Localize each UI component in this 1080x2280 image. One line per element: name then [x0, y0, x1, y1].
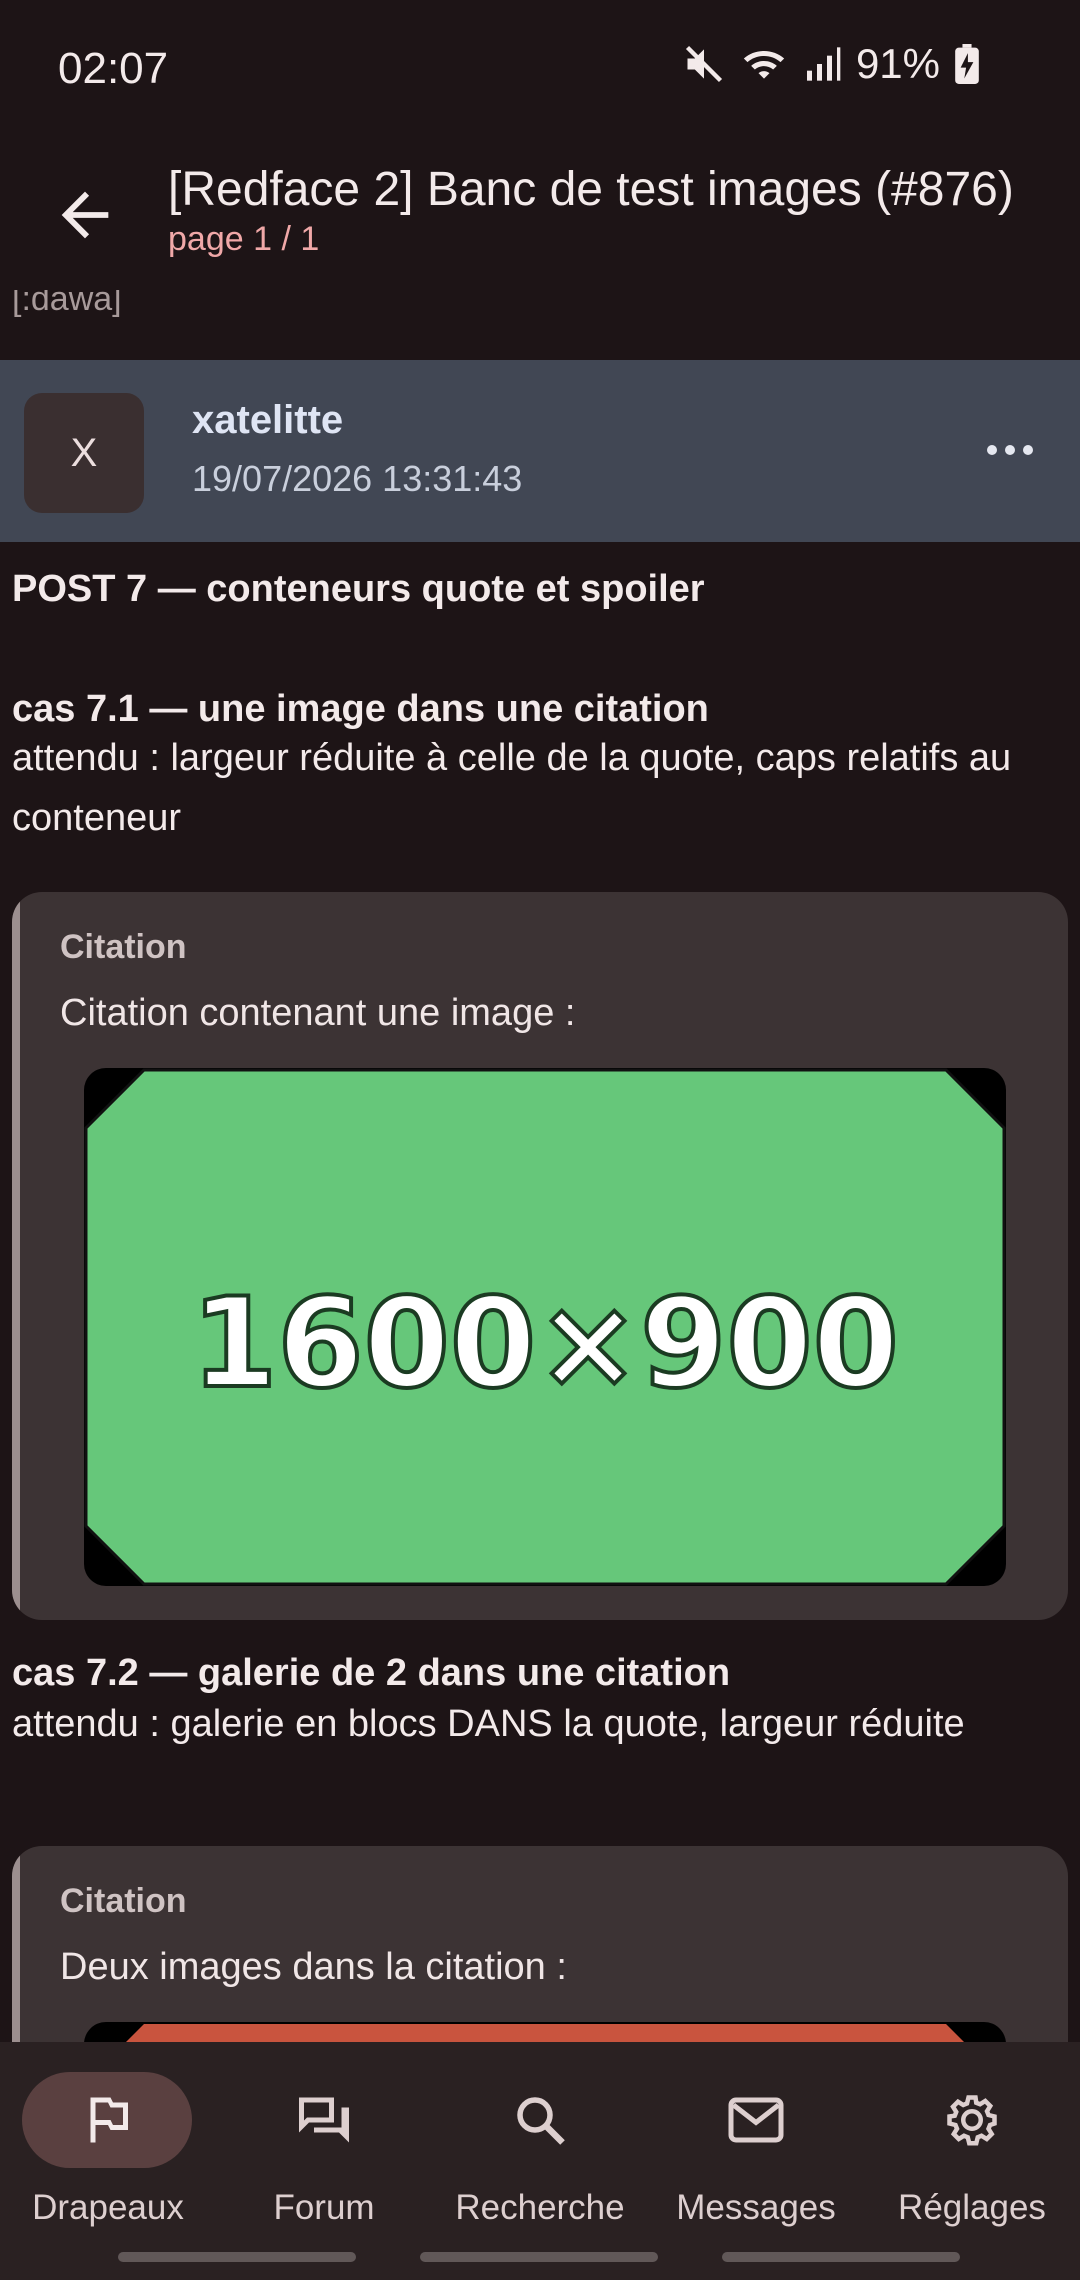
status-time: 02:07 — [58, 44, 169, 93]
case-expected: attendu : galerie en blocs DANS la quote… — [12, 1703, 965, 1745]
page-indicator: page 1 / 1 — [168, 220, 320, 258]
case-title: cas 7.2 — galerie de 2 dans une citation — [12, 1652, 731, 1694]
quote-text: Deux images dans la citation : — [60, 1946, 567, 1988]
image-1600x900[interactable]: 1600×900 — [84, 1068, 1006, 1586]
quote-text: Citation contenant une image : — [60, 992, 576, 1034]
nav-label: Forum — [273, 2188, 375, 2227]
post-date: 19/07/2026 13:31:43 — [192, 458, 523, 499]
nav-item-forum[interactable]: Forum — [216, 2072, 432, 2252]
nav-item-recherche[interactable]: Recherche — [432, 2072, 648, 2252]
nav-item-drapeaux[interactable]: Drapeaux — [0, 2072, 216, 2252]
avatar[interactable]: X — [24, 393, 144, 513]
nav-label: Messages — [676, 2188, 836, 2227]
case-title: cas 7.1 — une image dans une citation — [12, 688, 709, 730]
gear-icon — [947, 2095, 997, 2146]
nav-label: Réglages — [898, 2188, 1046, 2227]
test-image: 1600×900 — [84, 1068, 1006, 1586]
quote-label: Citation — [60, 928, 187, 966]
gesture-handle — [420, 2252, 658, 2262]
gallery-image[interactable] — [84, 2022, 1006, 2042]
image-label: 1600×900 — [191, 1272, 899, 1416]
nav-label: Drapeaux — [32, 2188, 184, 2227]
signal-icon — [806, 47, 841, 81]
previous-post-text: [:dawa] — [12, 290, 122, 318]
image-fill — [126, 2024, 964, 2042]
post-heading: POST 7 — conteneurs quote et spoiler — [12, 568, 705, 610]
post-list[interactable]: [:dawa] X xatelitte 19/07/2026 13:31:43 … — [0, 290, 1080, 2042]
back-arrow-icon[interactable] — [50, 180, 120, 250]
mail-icon — [728, 2097, 784, 2143]
topic-title: [Redface 2] Banc de test images (#876) — [168, 163, 1014, 216]
status-icons: 91% — [682, 40, 980, 88]
flag-icon — [90, 2097, 128, 2143]
gesture-handle — [118, 2252, 356, 2262]
nav-item-messages[interactable]: Messages — [648, 2072, 864, 2252]
quote-block: Citation Deux images dans la citation : — [12, 1846, 1068, 2042]
gesture-handle — [722, 2252, 960, 2262]
status-bar: 02:07 91% — [0, 0, 1080, 140]
bottom-navigation: Drapeaux Forum Recherche Messages Réglag… — [0, 2042, 1080, 2280]
post-header: X xatelitte 19/07/2026 13:31:43 — [0, 360, 1080, 542]
gallery-image-graphic — [126, 2024, 964, 2042]
more-options-icon[interactable] — [980, 430, 1040, 470]
quote-label: Citation — [60, 1882, 187, 1920]
search-icon — [517, 2097, 565, 2145]
nav-item-reglages[interactable]: Réglages — [864, 2072, 1080, 2252]
app-bar: [Redface 2] Banc de test images (#876) p… — [0, 140, 1080, 310]
battery-icon — [955, 44, 979, 84]
mute-icon — [685, 45, 722, 83]
wifi-icon — [743, 50, 785, 79]
battery-percent: 91% — [855, 40, 940, 87]
nav-label: Recherche — [455, 2188, 625, 2227]
case-expected: attendu : largeur réduite à celle de la … — [12, 737, 1012, 839]
post-author[interactable]: xatelitte — [192, 398, 343, 443]
quote-block: Citation Citation contenant une image : … — [12, 892, 1068, 1620]
forum-icon — [299, 2097, 349, 2143]
